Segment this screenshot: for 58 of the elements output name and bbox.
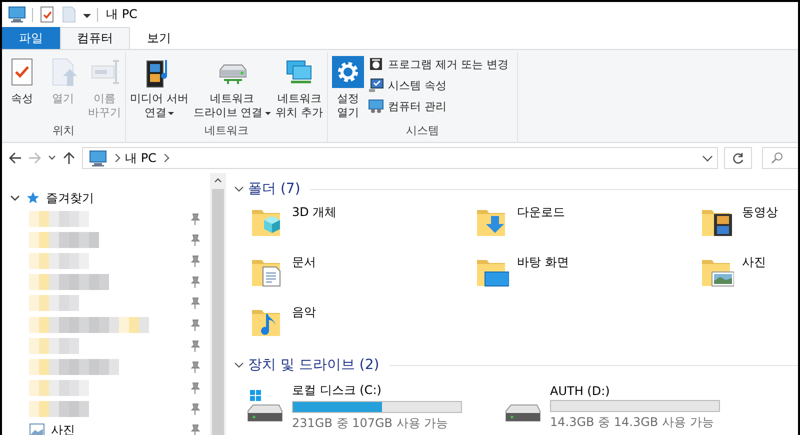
ribbon-button[interactable]: 설정 열기 [331, 52, 365, 120]
blurred-label [29, 338, 79, 354]
ribbon-tab[interactable]: 컴퓨터 [60, 27, 130, 49]
blurred-label [29, 295, 79, 312]
folder-name[interactable]: 바탕 화면 [517, 254, 569, 304]
search-field[interactable] [762, 147, 798, 169]
ribbon-small-button[interactable]: 시스템 속성 [366, 76, 510, 94]
path-segment[interactable]: 내 PC [125, 150, 156, 166]
scrollbar-thumb[interactable] [212, 189, 224, 435]
address-field[interactable]: 내 PC [82, 147, 718, 169]
drive-name[interactable]: 로컬 디스크 (C:) [292, 382, 462, 399]
refresh-icon [732, 152, 744, 164]
blurred-label [29, 210, 89, 227]
properties-icon[interactable] [39, 6, 55, 23]
ribbon-button[interactable]: 속성 [5, 52, 39, 106]
computer-icon [89, 150, 107, 166]
expanded-chevron-icon[interactable] [234, 360, 244, 370]
group-label: 위치 [52, 123, 76, 139]
star-icon [26, 191, 40, 205]
file-tab[interactable]: 파일 [2, 27, 60, 49]
ribbon-button[interactable]: 네트워크 드라이브 연결 [192, 52, 272, 120]
scrollbar[interactable] [210, 173, 226, 435]
group-label: 네트워크 [204, 123, 250, 139]
ribbon-small-button[interactable]: 프로그램 제거 또는 변경 [366, 55, 510, 73]
window-title: 내 PC [106, 6, 138, 23]
ribbon-button[interactable]: 미디어 서버 연결 [129, 52, 190, 120]
folder-name[interactable]: 음악 [292, 304, 316, 354]
caret-icon [168, 112, 174, 114]
group-label: 시스템 [405, 123, 440, 139]
ribbon-button[interactable]: 네트워크 위치 추가 [274, 52, 324, 120]
ribbon-small-button[interactable]: 컴퓨터 관리 [366, 97, 510, 115]
expanded-chevron-icon[interactable] [10, 193, 20, 203]
ribbon-tab[interactable]: 보기 [130, 27, 188, 49]
folder-name[interactable]: 문서 [292, 254, 316, 304]
section-header[interactable]: 폴더 (7) [248, 180, 300, 198]
blurred-label [29, 252, 89, 269]
dropdown-caret-icon[interactable] [83, 14, 91, 18]
computer-icon[interactable] [8, 6, 26, 23]
sidebar-item[interactable]: 즐겨찾기 [46, 190, 94, 206]
up-arrow-icon[interactable] [62, 151, 76, 165]
section-header[interactable]: 장치 및 드라이브 (2) [248, 356, 380, 374]
expanded-chevron-icon[interactable] [234, 184, 244, 194]
folder-name[interactable]: 사진 [742, 254, 766, 304]
back-arrow-icon[interactable] [8, 151, 22, 165]
refresh-button[interactable] [724, 147, 752, 169]
scroll-up-icon[interactable] [214, 177, 222, 183]
free-space: 231GB 중 107GB 사용 가능 [292, 415, 450, 432]
folder-name[interactable]: 3D 개체 [292, 204, 337, 254]
blurred-label [29, 232, 99, 248]
drive-name[interactable]: AUTH (D:) [550, 384, 720, 398]
caret-icon [264, 112, 271, 114]
folder-name[interactable]: 다운로드 [517, 204, 565, 254]
blurred-label [29, 380, 89, 396]
settings-icon [332, 56, 364, 88]
blurred-label [29, 401, 89, 418]
search-icon [771, 152, 783, 164]
folder-name[interactable]: 동영상 [742, 204, 778, 254]
free-space: 14.3GB 중 14.3GB 사용 가능 [550, 414, 715, 430]
